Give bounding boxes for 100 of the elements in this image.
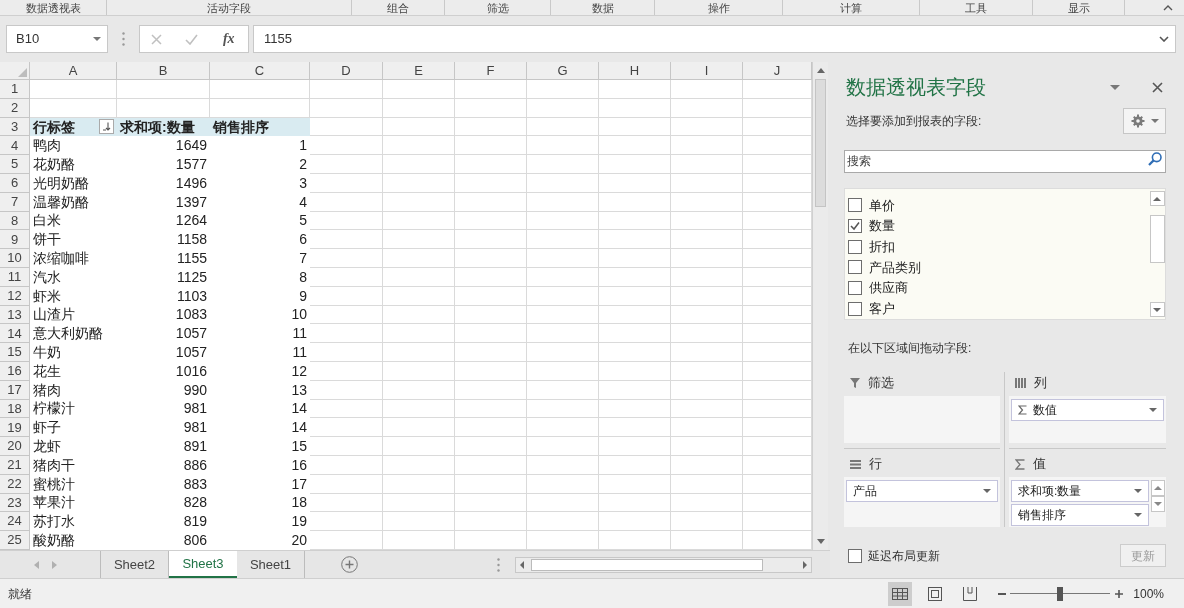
row-number[interactable]: 24 — [0, 512, 30, 532]
field-label[interactable]: 数量 — [869, 216, 895, 236]
ribbon-group-label: 数据透视表 — [25, 0, 81, 15]
column-header[interactable]: E — [383, 62, 455, 80]
scroll-down-button[interactable] — [1151, 496, 1165, 512]
normal-view-button[interactable] — [888, 581, 913, 606]
field-chip[interactable]: 销售排序 — [1011, 504, 1149, 526]
field-checkbox[interactable] — [848, 260, 862, 275]
field-prompt: 选择要添加到报表的字段: — [846, 113, 982, 130]
name-box[interactable]: B10 — [6, 25, 108, 53]
grip-dots-icon[interactable] — [497, 557, 500, 572]
field-checkbox[interactable] — [848, 301, 862, 316]
area-label: 行 — [869, 455, 882, 474]
field-settings-button[interactable] — [1123, 108, 1166, 134]
formula-input-field[interactable]: 1155 — [253, 25, 1176, 53]
scroll-down-icon[interactable] — [816, 539, 825, 544]
column-header[interactable]: I — [671, 62, 743, 80]
ribbon-group-label: 工具 — [965, 0, 987, 15]
drop-area[interactable]: 数值 — [1009, 396, 1166, 443]
row-number[interactable]: 9 — [0, 230, 30, 250]
grip-dots-icon[interactable] — [122, 32, 125, 46]
up-triangle-icon — [1153, 196, 1161, 201]
defer-update-label[interactable]: 延迟布局更新 — [868, 546, 940, 565]
scroll-right-icon[interactable] — [803, 560, 807, 569]
row-number[interactable]: 4 — [0, 136, 30, 156]
row-number[interactable]: 20 — [0, 437, 30, 456]
scroll-up-button[interactable] — [1151, 480, 1165, 496]
field-label[interactable]: 客户 — [869, 298, 895, 319]
column-header[interactable]: D — [310, 62, 383, 80]
dropdown-caret-icon[interactable] — [1149, 408, 1157, 412]
table-cell: 龙虾 — [30, 437, 117, 456]
column-header[interactable]: B — [117, 62, 210, 80]
row-number[interactable]: 25 — [0, 531, 30, 550]
scroll-up-button[interactable] — [1149, 191, 1165, 206]
field-checkbox[interactable] — [848, 239, 862, 254]
column-header[interactable]: C — [210, 62, 310, 80]
dropdown-caret-icon[interactable] — [93, 37, 101, 41]
table-cell: 意大利奶酪 — [30, 324, 117, 344]
field-checkbox[interactable] — [848, 219, 862, 233]
column-header[interactable]: G — [527, 62, 599, 80]
scroll-down-button[interactable] — [1149, 302, 1165, 317]
field-chip[interactable]: 数值 — [1011, 399, 1164, 421]
search-icon[interactable] — [1148, 152, 1162, 166]
dropdown-caret-icon[interactable] — [1150, 119, 1159, 123]
column-header[interactable]: J — [743, 62, 812, 80]
row-number[interactable]: 15 — [0, 343, 30, 362]
field-label[interactable]: 产品类别 — [869, 257, 921, 278]
area-label: 值 — [1033, 455, 1046, 474]
add-sheet-icon[interactable] — [341, 556, 358, 573]
corner-triangle-icon — [18, 68, 27, 77]
field-checkbox[interactable] — [848, 198, 862, 213]
dropdown-caret-icon[interactable] — [1134, 513, 1142, 517]
sheet-tab[interactable]: Sheet3 — [169, 551, 237, 578]
row-number[interactable]: 19 — [0, 418, 30, 438]
scroll-up-icon[interactable] — [816, 68, 825, 73]
zoom-level-label[interactable]: 100% — [1133, 584, 1164, 603]
row-number[interactable]: 1 — [0, 80, 30, 99]
drop-area[interactable]: 求和项:数量 销售排序 — [1009, 477, 1166, 527]
close-icon[interactable] — [1152, 81, 1163, 93]
field-label[interactable]: 单价 — [869, 195, 895, 216]
horizontal-scrollbar[interactable] — [515, 556, 812, 573]
insert-function-button[interactable]: fx — [220, 30, 237, 48]
dropdown-caret-icon[interactable] — [983, 489, 991, 493]
enter-check-icon[interactable] — [185, 33, 199, 45]
scrollbar-thumb[interactable] — [815, 79, 826, 207]
filter-icon — [850, 378, 860, 388]
settings-icon — [1130, 114, 1145, 128]
scrollbar-thumb[interactable] — [1149, 215, 1165, 263]
row-number[interactable]: 14 — [0, 324, 30, 344]
search-field[interactable]: 搜索 — [844, 149, 1166, 173]
field-label[interactable]: 折扣 — [869, 236, 895, 257]
page-break-icon — [963, 586, 978, 601]
row-number[interactable]: 10 — [0, 249, 30, 268]
table-cell: 1577 — [117, 155, 210, 174]
scroll-left-icon[interactable] — [520, 560, 524, 569]
zoom-in-icon[interactable] — [1115, 589, 1124, 598]
table-cell: 11 — [210, 324, 310, 344]
pane-title: 数据透视表字段 — [846, 75, 986, 100]
column-header[interactable]: A — [30, 62, 117, 80]
field-chip[interactable]: 求和项:数量 — [1011, 480, 1149, 502]
field-checkbox[interactable] — [848, 281, 862, 295]
table-cell: 15 — [210, 437, 310, 456]
scrollbar-thumb[interactable] — [531, 558, 763, 571]
zoom-out-icon[interactable] — [998, 592, 1007, 595]
zoom-slider[interactable] — [1010, 586, 1111, 601]
collapse-ribbon-icon[interactable] — [1163, 4, 1173, 11]
field-label[interactable]: 供应商 — [869, 278, 908, 298]
table-cell: 14 — [210, 418, 310, 438]
expand-formula-bar-icon[interactable] — [1159, 36, 1169, 42]
defer-update-checkbox[interactable] — [848, 548, 862, 563]
ribbon-group-label: 显示 — [1067, 0, 1090, 15]
column-header[interactable]: H — [599, 62, 671, 80]
row-number[interactable]: 5 — [0, 155, 30, 174]
field-chip[interactable]: 产品 — [846, 480, 998, 502]
zoom-slider-thumb[interactable] — [1057, 586, 1064, 601]
drop-area[interactable]: 产品 — [844, 477, 1000, 527]
filter-dropdown-button[interactable] — [99, 119, 114, 135]
pane-options-icon[interactable] — [1110, 84, 1120, 90]
dropdown-caret-icon[interactable] — [1134, 489, 1142, 493]
column-header[interactable]: F — [455, 62, 527, 80]
